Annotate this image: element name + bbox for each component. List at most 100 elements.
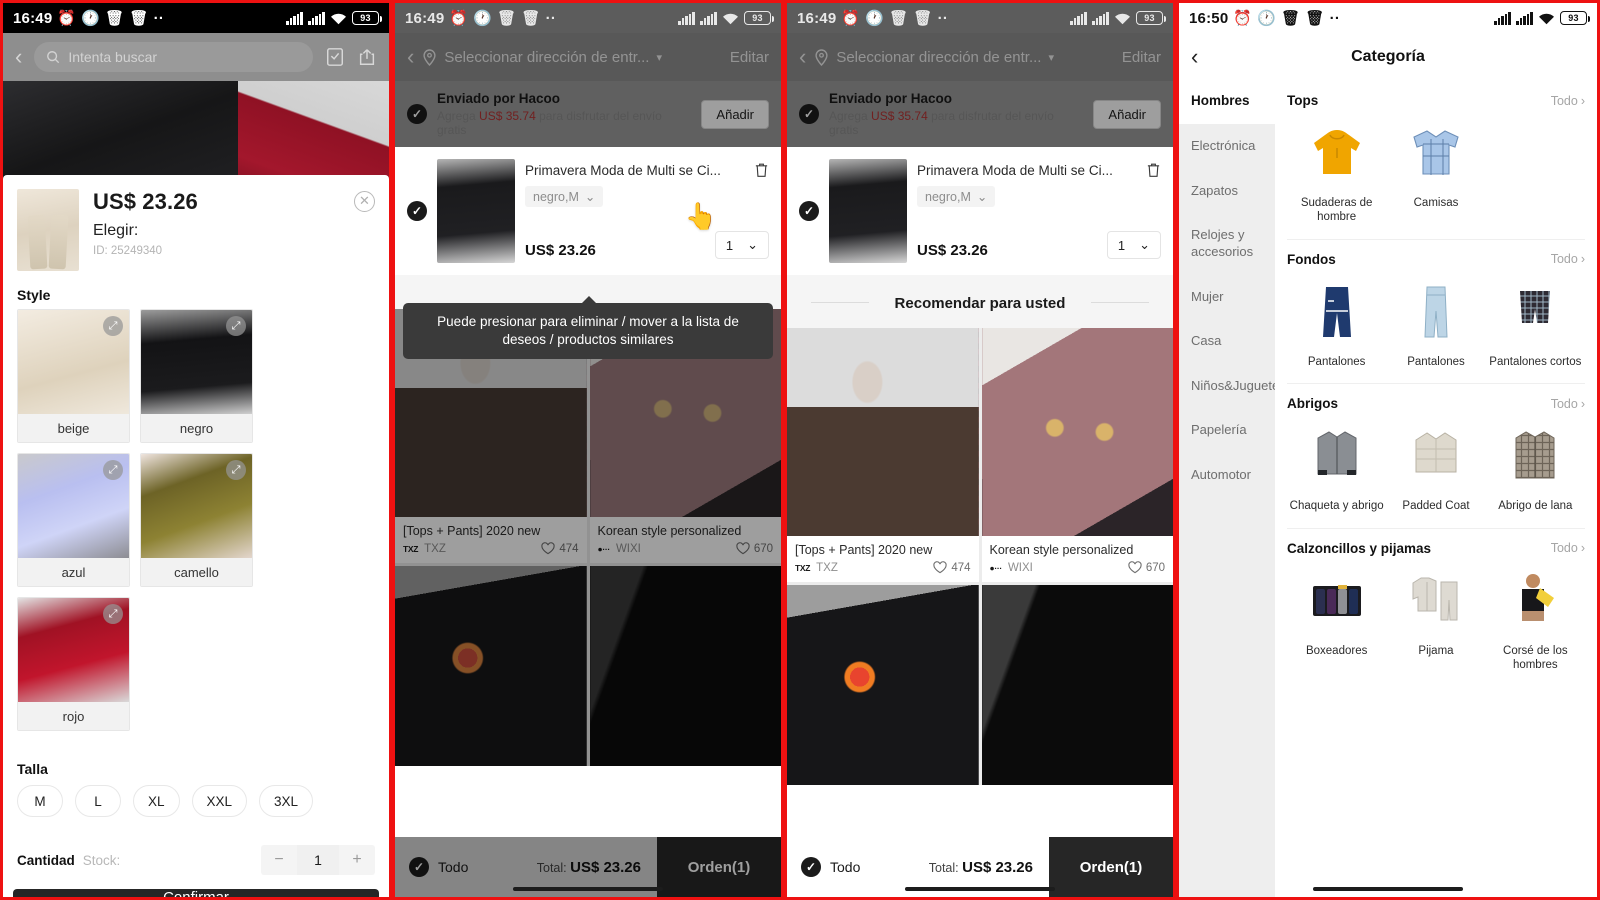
shipping-checkbox[interactable]: ✓ [407,104,427,124]
variant-selector[interactable]: negro,M ⌄ [525,186,604,207]
style-swatch[interactable]: ⤢ rojo [17,597,130,731]
sidebar-item-zapatos[interactable]: Zapatos [1179,169,1275,214]
like-count[interactable]: 474 [541,542,579,555]
home-indicator[interactable] [1313,887,1463,891]
cart-item-image[interactable] [829,159,907,263]
category-tile-label: Pijama [1418,644,1454,657]
select-all-checkbox[interactable]: ✓ [801,857,821,877]
expand-icon[interactable]: ⤢ [103,316,123,336]
expand-icon[interactable]: ⤢ [226,460,246,480]
add-button[interactable]: Añadir [1093,99,1161,129]
confirm-button[interactable]: Confirmar [13,889,379,897]
size-option[interactable]: 3XL [259,785,314,817]
status-bar: 16:49 ⏰ 🕐 🗑 🗑 ·· 93 [395,3,781,33]
shipping-checkbox[interactable]: ✓ [799,104,819,124]
quantity-increase-button[interactable]: + [339,845,375,875]
category-tile[interactable]: Camisas [1386,116,1485,225]
add-button[interactable]: Añadir [701,99,769,129]
see-all-link[interactable]: Todo › [1551,94,1585,108]
sidebar-item-relojes[interactable]: Relojes y accesorios [1179,213,1275,274]
back-button[interactable]: ‹ [15,44,22,70]
item-checkbox[interactable]: ✓ [799,201,819,221]
select-all-checkbox[interactable]: ✓ [409,857,429,877]
category-tile[interactable]: Abrigo de lana [1486,419,1585,513]
search-input[interactable]: Intenta buscar [34,42,313,72]
size-option[interactable]: XXL [191,785,248,817]
trash-icon[interactable] [754,162,769,178]
cart-item-title[interactable]: Primavera Moda de Multi se Ci... [525,163,769,178]
category-sidebar: Hombres Electrónica Zapatos Relojes y ac… [1179,81,1286,897]
category-tile[interactable]: Boxeadores [1287,564,1386,673]
like-count[interactable]: 670 [736,542,773,555]
sidebar-item-papeleria[interactable]: Papelería [1179,408,1275,453]
product-card[interactable]: Korean style personalized ●··· WIXI 670 [981,328,1173,582]
style-swatch[interactable]: ⤢ beige [17,309,130,443]
back-button[interactable]: ‹ [1191,44,1198,70]
product-card[interactable] [787,585,979,785]
sidebar-item-casa[interactable]: Casa [1179,319,1275,364]
quantity-select[interactable]: 1 ⌄ [1106,231,1161,259]
order-button[interactable]: Orden(1) [1049,837,1173,897]
more-icon: ·· [1329,9,1341,27]
category-tile[interactable]: Pantalones cortos [1486,275,1585,369]
category-tile[interactable]: Sudaderas de hombre [1287,116,1386,225]
trash-icon: 🗑 [889,9,909,27]
cart-item-row: ✓ Primavera Moda de Multi se Ci... negro… [787,147,1173,275]
product-card[interactable]: [Tops + Pants] 2020 new TXZ TXZ 474 [787,328,979,582]
expand-icon[interactable]: ⤢ [103,604,123,624]
trash-icon[interactable] [1146,162,1161,178]
size-option[interactable]: L [75,785,121,817]
like-count[interactable]: 670 [1128,561,1165,574]
style-swatch[interactable]: ⤢ negro [140,309,253,443]
expand-icon[interactable]: ⤢ [103,460,123,480]
product-card[interactable] [395,566,587,766]
category-tile[interactable]: Pantalones [1287,275,1386,369]
category-tile[interactable]: Pijama [1386,564,1485,673]
size-option[interactable]: M [17,785,63,817]
item-checkbox[interactable]: ✓ [407,201,427,221]
address-selector[interactable]: Seleccionar dirección de entr... ▾ [814,49,1054,66]
product-card[interactable] [981,585,1173,785]
style-swatch[interactable]: ⤢ azul [17,453,130,587]
edit-button[interactable]: Editar [1122,49,1161,66]
category-tile[interactable]: Pantalones [1386,275,1485,369]
category-tile[interactable]: Corsé de los hombres [1486,564,1585,673]
back-button[interactable]: ‹ [799,44,806,70]
select-all-control[interactable]: ✓ Todo [787,857,860,877]
see-all-link[interactable]: Todo › [1551,252,1585,266]
quantity-stepper[interactable]: − 1 + [261,845,375,875]
order-button[interactable]: Orden(1) [657,837,781,897]
share-icon[interactable] [357,47,377,67]
variant-selector[interactable]: negro,M ⌄ [917,186,996,207]
back-button[interactable]: ‹ [407,44,414,70]
heart-icon [1128,561,1142,574]
style-swatch[interactable]: ⤢ camello [140,453,253,587]
sidebar-item-electronica[interactable]: Electrónica [1179,124,1275,169]
see-all-link[interactable]: Todo › [1551,541,1585,555]
bookmark-icon[interactable] [325,47,345,67]
like-count[interactable]: 474 [933,561,971,574]
clock-icon: 🕐 [81,9,101,27]
sidebar-item-mujer[interactable]: Mujer [1179,275,1275,320]
product-card[interactable] [589,566,781,766]
select-all-control[interactable]: ✓ Todo [395,857,468,877]
quantity-value: 1 [725,237,734,253]
category-tile[interactable]: Chaqueta y abrigo [1287,419,1386,513]
close-icon[interactable]: ✕ [354,191,375,212]
expand-icon[interactable]: ⤢ [226,316,246,336]
cart-item-title[interactable]: Primavera Moda de Multi se Ci... [917,163,1161,178]
quantity-select[interactable]: 1 ⌄ [714,231,769,259]
see-all-link[interactable]: Todo › [1551,397,1585,411]
quantity-value[interactable]: 1 [297,845,339,875]
edit-button[interactable]: Editar [730,49,769,66]
address-selector[interactable]: Seleccionar dirección de entr... ▾ [422,49,662,66]
sidebar-item-automotor[interactable]: Automotor [1179,453,1275,498]
quantity-decrease-button[interactable]: − [261,845,297,875]
sidebar-item-ninos-juguetes[interactable]: Niños&Juguetes [1179,364,1286,409]
size-option[interactable]: XL [133,785,180,817]
sidebar-item-hombres[interactable]: Hombres [1179,81,1275,124]
cart-item-image[interactable] [437,159,515,263]
home-indicator[interactable] [905,887,1055,891]
home-indicator[interactable] [513,887,663,891]
category-tile[interactable]: Padded Coat [1386,419,1485,513]
